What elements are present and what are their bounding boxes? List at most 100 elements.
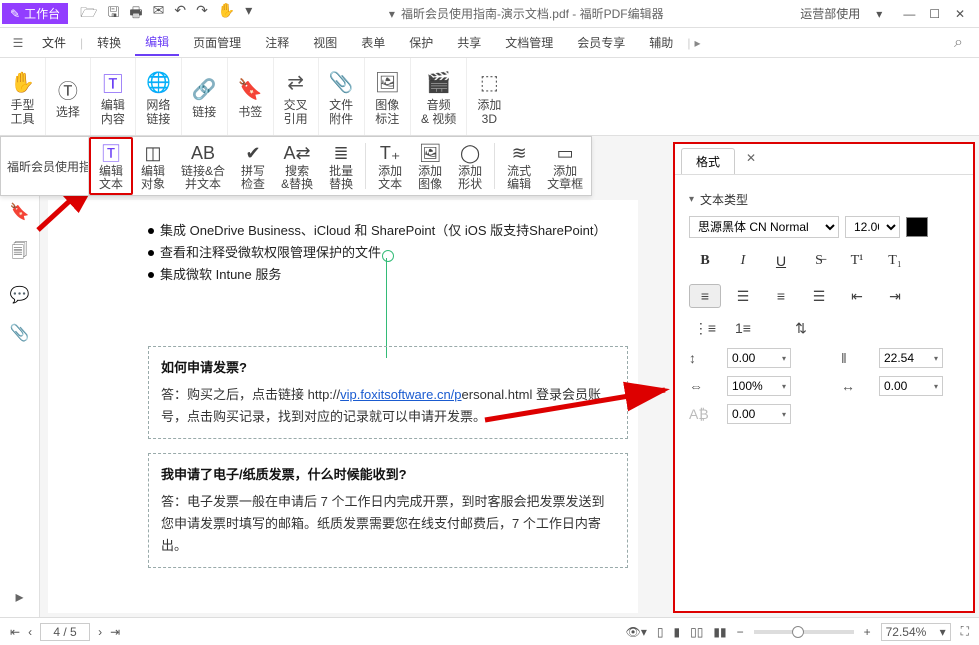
color-swatch[interactable] [906, 217, 928, 237]
tab-view[interactable]: 视图 [303, 30, 347, 55]
bullet-list-button[interactable]: ⋮≡ [689, 316, 721, 340]
fullscreen-icon[interactable]: ⛶ [961, 624, 969, 639]
doc-dropdown-icon[interactable]: ▾ [389, 7, 395, 21]
audio-video[interactable]: 🎬音频& 视频 [411, 58, 467, 135]
qat-dropdown-icon[interactable]: ▾ [245, 2, 252, 26]
prev-page-button[interactable]: ‹ [28, 625, 32, 639]
tab-doc-mgmt[interactable]: 文档管理 [495, 30, 563, 55]
zoom-slider[interactable] [754, 630, 854, 634]
horiz-spacing-input[interactable]: 0.00 [879, 376, 943, 396]
comments-panel-icon[interactable]: 💬 [10, 285, 30, 305]
doc-link[interactable]: vip.foxitsoftware.cn/p [340, 387, 461, 402]
align-center-button[interactable]: ☰ [727, 284, 759, 308]
bold-button[interactable]: B [689, 248, 721, 274]
text-block-selected[interactable]: 如何申请发票? 答：购买之后，点击链接 http://vip.foxitsoft… [148, 346, 628, 439]
zoom-in-button[interactable]: + [864, 625, 871, 639]
file-attach[interactable]: 📎文件附件 [319, 58, 365, 135]
align-justify-button[interactable]: ☰ [803, 284, 835, 308]
format-tab[interactable]: 格式 [681, 148, 735, 174]
tab-share[interactable]: 共享 [447, 30, 491, 55]
workspace-button[interactable]: ✎工作台 [2, 3, 68, 24]
tab-help[interactable]: 辅助 [639, 30, 683, 55]
edit-text-button[interactable]: 🅃编辑文本 [89, 137, 133, 195]
search-replace[interactable]: A⇄搜索&替换 [273, 137, 321, 195]
add-article-box[interactable]: ▭添加文章框 [539, 137, 591, 195]
view-mode-icon[interactable]: 👁▾ [626, 625, 647, 639]
web-link[interactable]: 🌐网络链接 [136, 58, 182, 135]
two-continuous-icon[interactable]: ▮▮ [713, 625, 726, 639]
link[interactable]: 🔗链接 [182, 58, 228, 135]
select-tool[interactable]: Ⓣ选择 [46, 58, 91, 135]
tab-convert[interactable]: 转换 [87, 30, 131, 55]
tab-form[interactable]: 表单 [351, 30, 395, 55]
zoom-out-button[interactable]: − [737, 625, 744, 639]
more-tabs-icon[interactable]: ▸ [694, 36, 700, 50]
flow-edit[interactable]: ≋流式编辑 [499, 137, 539, 195]
align-left-button[interactable]: ≡ [689, 284, 721, 308]
single-page-icon[interactable]: ▯ [657, 625, 664, 639]
two-page-icon[interactable]: ▯▯ [690, 625, 703, 639]
tab-vip[interactable]: 会员专享 [567, 30, 635, 55]
underline-button[interactable]: U [765, 248, 797, 274]
minimize-button[interactable]: — [898, 7, 920, 21]
cross-ref[interactable]: ⇄交叉引用 [274, 58, 319, 135]
undo-icon[interactable]: ↶ [174, 2, 186, 26]
continuous-icon[interactable]: ▮ [674, 625, 681, 639]
email-icon[interactable]: ✉ [153, 2, 165, 26]
save-icon[interactable]: 🖫 [107, 2, 119, 26]
subscript-button[interactable]: T₁ [879, 248, 911, 274]
tab-edit[interactable]: 编辑 [135, 29, 179, 56]
italic-button[interactable]: I [727, 248, 759, 274]
scale-input[interactable]: 100% [727, 376, 791, 396]
next-page-button[interactable]: › [98, 625, 102, 639]
maximize-button[interactable]: ☐ [924, 7, 946, 21]
redo-icon[interactable]: ↷ [196, 2, 208, 26]
text-type-section[interactable]: 文本类型 [689, 191, 959, 208]
attachments-panel-icon[interactable]: 📎 [10, 323, 30, 343]
baseline-input[interactable]: 0.00 [727, 404, 791, 424]
document-tab[interactable]: 福昕会员使用指 [1, 137, 89, 195]
font-size-select[interactable]: 12.00 [845, 216, 900, 238]
number-list-button[interactable]: 1≡ [727, 316, 759, 340]
open-icon[interactable]: 🗁 [80, 2, 97, 26]
menu-icon[interactable]: ☰ [8, 36, 28, 50]
edit-content[interactable]: 🅃编辑内容 [91, 58, 136, 135]
batch-replace[interactable]: ≣批量替换 [321, 137, 361, 195]
line-spacing-input[interactable]: 22.54 [879, 348, 943, 368]
bookmark[interactable]: 🔖书签 [228, 58, 274, 135]
expand-sidebar-icon[interactable]: ▸ [15, 587, 23, 607]
hand-tool[interactable]: ✋手型工具 [0, 58, 46, 135]
text-block[interactable]: 我申请了电子/纸质发票，什么时候能收到? 答：电子发票一般在申请后 7 个工作日… [148, 453, 628, 568]
usage-dropdown-icon[interactable]: ▾ [876, 7, 882, 21]
file-menu[interactable]: 文件 [32, 34, 76, 51]
page-canvas[interactable]: 集成 OneDrive Business、iCloud 和 SharePoint… [48, 200, 638, 613]
add-3d[interactable]: ⬚添加3D [467, 58, 511, 135]
spell-check[interactable]: ✔拼写检查 [233, 137, 273, 195]
pages-panel-icon[interactable]: 🗐 [12, 240, 28, 267]
char-spacing-input[interactable]: 0.00 [727, 348, 791, 368]
close-panel-icon[interactable]: ✕ [743, 148, 759, 174]
add-shape[interactable]: ◯添加形状 [450, 137, 490, 195]
strikethrough-button[interactable]: S̶ [803, 248, 835, 274]
add-image[interactable]: 🖼添加图像 [410, 137, 450, 195]
indent-decrease-button[interactable]: ⇤ [841, 284, 873, 308]
search-icon[interactable]: ⌕ [946, 34, 971, 52]
print-icon[interactable]: 🖶 [129, 2, 142, 26]
link-merge-text[interactable]: AB链接&合并文本 [173, 137, 233, 195]
indent-increase-button[interactable]: ⇥ [879, 284, 911, 308]
first-page-button[interactable]: ⇤ [10, 625, 20, 639]
edit-object-button[interactable]: ◫编辑对象 [133, 137, 173, 195]
image-annot[interactable]: 🖼图像标注 [365, 58, 411, 135]
add-text[interactable]: T₊添加文本 [370, 137, 410, 195]
superscript-button[interactable]: T¹ [841, 248, 873, 274]
usage-label[interactable]: 运营部使用 [800, 5, 860, 22]
tab-page-mgmt[interactable]: 页面管理 [183, 30, 251, 55]
tab-annotate[interactable]: 注释 [255, 30, 299, 55]
align-right-button[interactable]: ≡ [765, 284, 797, 308]
close-button[interactable]: ✕ [949, 7, 971, 21]
page-input[interactable]: 4 / 5 [40, 623, 90, 641]
bookmark-panel-icon[interactable]: 🔖 [10, 202, 30, 222]
tab-protect[interactable]: 保护 [399, 30, 443, 55]
last-page-button[interactable]: ⇥ [110, 625, 120, 639]
zoom-input[interactable]: 72.54%▾ [881, 623, 951, 641]
